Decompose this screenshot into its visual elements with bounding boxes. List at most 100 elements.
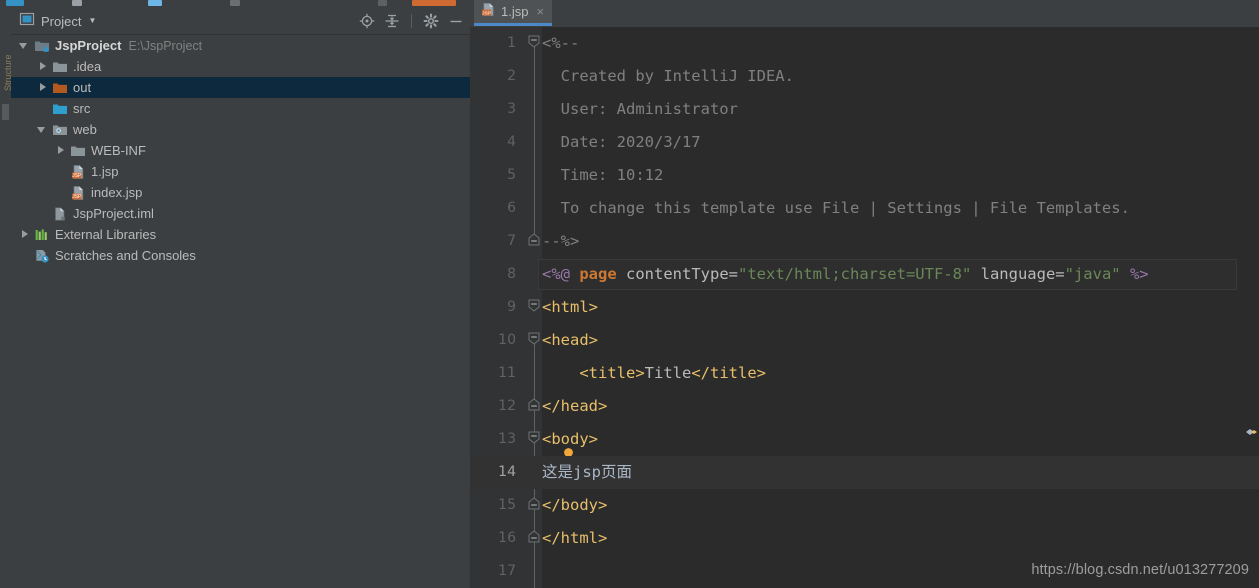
tree-node-label: External Libraries — [55, 227, 157, 242]
fold-region-end-icon[interactable] — [528, 225, 542, 258]
code-text: <title>Title</title> — [579, 364, 766, 382]
code-line-6[interactable]: 6 To change this template use File | Set… — [470, 192, 1259, 225]
chevron-down-icon[interactable] — [19, 40, 30, 51]
tree-node-path: E:\JspProject — [128, 38, 203, 53]
tree-node-label: WEB-INF — [91, 143, 146, 158]
tree-node-index-jsp[interactable]: JSP index.jsp — [11, 182, 470, 203]
tree-node-out[interactable]: out — [11, 77, 470, 98]
code-line-2[interactable]: 2 Created by IntelliJ IDEA. — [470, 60, 1259, 93]
code-editor[interactable]: 1 <%-- 2 Created by IntelliJ IDEA. 3 User: … — [470, 27, 1259, 588]
gear-icon[interactable] — [423, 13, 439, 29]
code-text: Date: 2020/3/17 — [542, 133, 701, 151]
code-line-3[interactable]: 3 User: Administrator — [470, 93, 1259, 126]
code-lines[interactable]: 1 <%-- 2 Created by IntelliJ IDEA. 3 User: … — [470, 27, 1259, 588]
minimize-icon[interactable] — [448, 13, 464, 29]
code-line-5[interactable]: 5 Time: 10:12 — [470, 159, 1259, 192]
tree-node-web[interactable]: web — [11, 119, 470, 140]
tree-node-label: JspProject — [55, 38, 122, 53]
jsp-file-icon: JSP — [70, 185, 86, 201]
scrollbar-error-stripe[interactable] — [1246, 422, 1257, 435]
line-number: 10 — [498, 332, 516, 348]
fold-region-end-icon[interactable] — [528, 489, 542, 522]
project-panel-actions — [359, 13, 464, 29]
watermark-url: https://blog.csdn.net/u013277209 — [1031, 562, 1249, 578]
code-line-8[interactable]: 8 <%@ page contentType="text/html;charset… — [470, 258, 1259, 291]
code-line-16[interactable]: 16 </html> — [470, 522, 1259, 555]
line-number: 6 — [507, 200, 516, 216]
tree-node-label: 1.jsp — [91, 164, 119, 179]
intention-bulb-icon[interactable] — [562, 441, 575, 461]
code-line-14[interactable]: 14 这是jsp页面 — [470, 456, 1259, 489]
code-line-15[interactable]: 15 </body> — [470, 489, 1259, 522]
tree-node-external-libraries[interactable]: External Libraries — [11, 224, 470, 245]
project-tree[interactable]: JspProject E:\JspProject .idea out src web WEB… — [11, 35, 470, 588]
tree-node-web-inf[interactable]: WEB-INF — [11, 140, 470, 161]
chevron-down-icon[interactable]: ▼ — [88, 17, 96, 25]
libraries-icon — [34, 227, 50, 243]
code-text: </head> — [542, 397, 608, 415]
chevron-down-icon[interactable] — [37, 124, 48, 135]
line-number: 14 — [498, 464, 516, 480]
chevron-right-icon[interactable] — [37, 82, 48, 93]
line-number: 15 — [498, 497, 516, 513]
stripe-chip[interactable] — [2, 104, 9, 120]
code-text: <head> — [542, 331, 598, 349]
tree-node-label: web — [73, 122, 97, 137]
select-opened-file-icon[interactable] — [359, 13, 375, 29]
iml-file-icon — [52, 206, 68, 222]
code-text: <%-- — [542, 34, 580, 52]
chevron-right-icon[interactable] — [19, 229, 30, 240]
fold-region-start-icon[interactable] — [528, 291, 542, 324]
code-text: Created by IntelliJ IDEA. — [542, 67, 794, 85]
line-number: 11 — [498, 365, 516, 381]
tree-node-src[interactable]: src — [11, 98, 470, 119]
code-line-9[interactable]: 9 <html> — [470, 291, 1259, 324]
chevron-right-icon[interactable] — [37, 61, 48, 72]
toolbar-icon-3[interactable] — [148, 0, 162, 6]
toolbar-icon-1[interactable] — [6, 0, 24, 6]
code-text: To change this template use File | Setti… — [542, 199, 1130, 217]
code-line-11[interactable]: 11 <title>Title</title> — [470, 357, 1259, 390]
code-text: <%@ page contentType="text/html;charset=… — [542, 265, 1149, 283]
line-number: 12 — [498, 398, 516, 414]
editor-area: JSP 1.jsp × 1 <%-- 2 Created by IntelliJ I… — [470, 0, 1259, 588]
fold-region-end-icon[interactable] — [528, 522, 542, 555]
toolbar-icon-4[interactable] — [230, 0, 240, 6]
code-line-10[interactable]: 10 <head> — [470, 324, 1259, 357]
chevron-right-icon[interactable] — [55, 145, 66, 156]
toolbar-icon-5[interactable] — [378, 0, 387, 6]
tree-node-1-jsp[interactable]: JSP 1.jsp — [11, 161, 470, 182]
fold-region-end-icon[interactable] — [528, 390, 542, 423]
folder-icon — [70, 143, 86, 159]
tree-node-idea[interactable]: .idea — [11, 56, 470, 77]
jsp-file-icon: JSP — [481, 2, 496, 22]
code-line-4[interactable]: 4 Date: 2020/3/17 — [470, 126, 1259, 159]
toolbar-icon-6[interactable] — [412, 0, 456, 6]
code-line-12[interactable]: 12 </head> — [470, 390, 1259, 423]
fold-region-start-icon[interactable] — [528, 27, 542, 60]
code-text: Time: 10:12 — [542, 166, 664, 184]
project-window-icon — [19, 11, 35, 32]
code-line-13[interactable]: 13 <body> — [470, 423, 1259, 461]
line-number: 17 — [498, 563, 516, 579]
line-number: 16 — [498, 530, 516, 546]
collapse-all-icon[interactable] — [384, 13, 400, 29]
tree-node-jspproject[interactable]: JspProject E:\JspProject — [11, 35, 470, 56]
close-icon[interactable]: × — [536, 5, 544, 18]
toolbar-icon-2[interactable] — [72, 0, 82, 6]
line-number: 8 — [507, 266, 516, 282]
folder-icon — [52, 59, 68, 75]
fold-region-start-icon[interactable] — [528, 423, 542, 456]
tree-node-label: index.jsp — [91, 185, 143, 200]
project-panel-title: Project — [41, 13, 82, 29]
code-text: --%> — [542, 232, 580, 250]
line-number: 3 — [507, 101, 516, 117]
fold-region-start-icon[interactable] — [528, 324, 542, 357]
tree-node-scratches-and-consoles[interactable]: Scratches and Consoles — [11, 245, 470, 266]
tree-node-jspproject-iml[interactable]: JspProject.iml — [11, 203, 470, 224]
editor-tab-1jsp[interactable]: JSP 1.jsp × — [474, 0, 553, 26]
code-line-1[interactable]: 1 <%-- — [470, 27, 1259, 60]
code-line-7[interactable]: 7 --%> — [470, 225, 1259, 258]
